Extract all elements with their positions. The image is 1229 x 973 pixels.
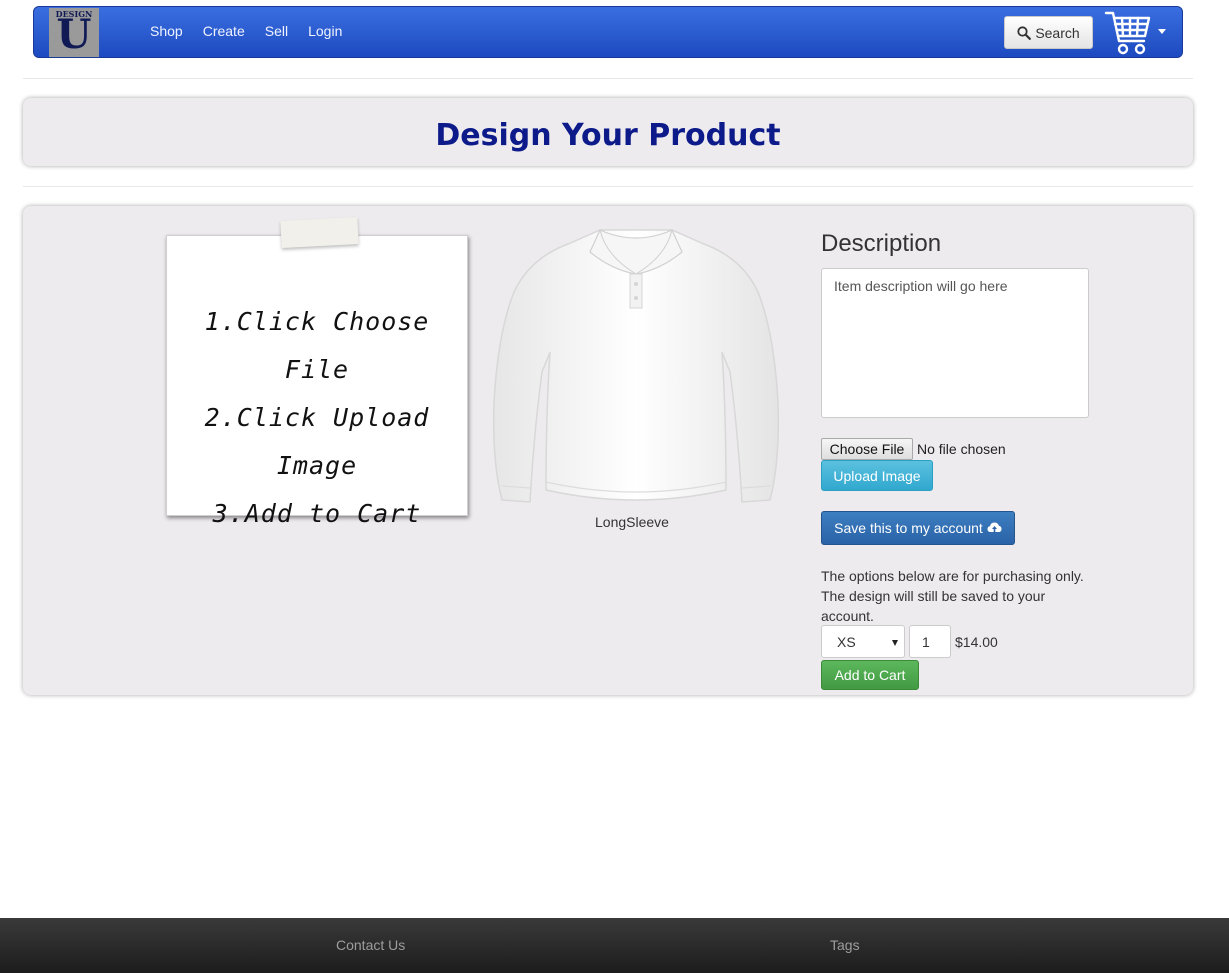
divider [23, 186, 1193, 187]
file-status: No file chosen [917, 441, 1006, 457]
upload-image-button[interactable]: Upload Image [821, 460, 933, 491]
site-logo[interactable]: DESIGN U [49, 8, 99, 57]
instruction-line: 2.Click Upload [204, 403, 430, 432]
nav-sell[interactable]: Sell [265, 23, 288, 39]
purchase-row: XS 1 $14.00 [821, 625, 998, 658]
quantity-input[interactable]: 1 [909, 625, 951, 658]
description-heading: Description [821, 230, 942, 257]
nav-create[interactable]: Create [203, 23, 245, 39]
search-button[interactable]: Search [1004, 16, 1093, 49]
product-image [492, 229, 780, 503]
footer-tags-link[interactable]: Tags [830, 937, 860, 953]
instruction-line: 1.Click Choose File [204, 307, 430, 384]
search-label: Search [1035, 24, 1080, 41]
purchase-options-note: The options below are for purchasing onl… [821, 568, 1084, 624]
instruction-line: 3.Add to Cart [212, 499, 422, 528]
dropdown-arrow-icon [892, 640, 898, 646]
description-column: Description Item description will go her… [821, 230, 1091, 690]
instruction-line: Image [276, 451, 358, 480]
shopping-cart-icon[interactable] [1104, 9, 1152, 57]
description-textarea[interactable]: Item description will go here [821, 268, 1089, 418]
navbar: DESIGN U Shop Create Sell Login Search [33, 6, 1183, 58]
nav-shop[interactable]: Shop [150, 23, 183, 39]
footer: Contact Us Tags [0, 918, 1229, 973]
nav-login[interactable]: Login [308, 23, 342, 39]
file-input: Choose File No file chosen [821, 438, 1006, 460]
price-label: $14.00 [955, 633, 998, 650]
product-name: LongSleeve [595, 514, 669, 530]
size-value: XS [837, 633, 856, 650]
cloud-upload-icon [987, 522, 1002, 534]
choose-file-button[interactable]: Choose File [821, 438, 913, 460]
page-title: Design Your Product [435, 118, 781, 153]
save-label: Save this to my account [834, 520, 983, 536]
add-to-cart-button[interactable]: Add to Cart [821, 660, 919, 690]
note-tape [280, 217, 359, 248]
size-select[interactable]: XS [821, 625, 905, 658]
design-panel: 1.Click Choose File 2.Click Upload Image… [23, 206, 1193, 695]
footer-contact-link[interactable]: Contact Us [336, 937, 405, 953]
save-to-account-button[interactable]: Save this to my account [821, 511, 1015, 545]
logo-letter: U [56, 11, 92, 57]
search-icon [1017, 25, 1032, 40]
divider [23, 78, 1193, 79]
nav-links: Shop Create Sell Login [150, 23, 362, 39]
cart-dropdown-caret-icon[interactable] [1158, 29, 1166, 34]
title-panel: Design Your Product [23, 98, 1193, 166]
instructions-note: 1.Click Choose File 2.Click Upload Image… [166, 235, 468, 528]
